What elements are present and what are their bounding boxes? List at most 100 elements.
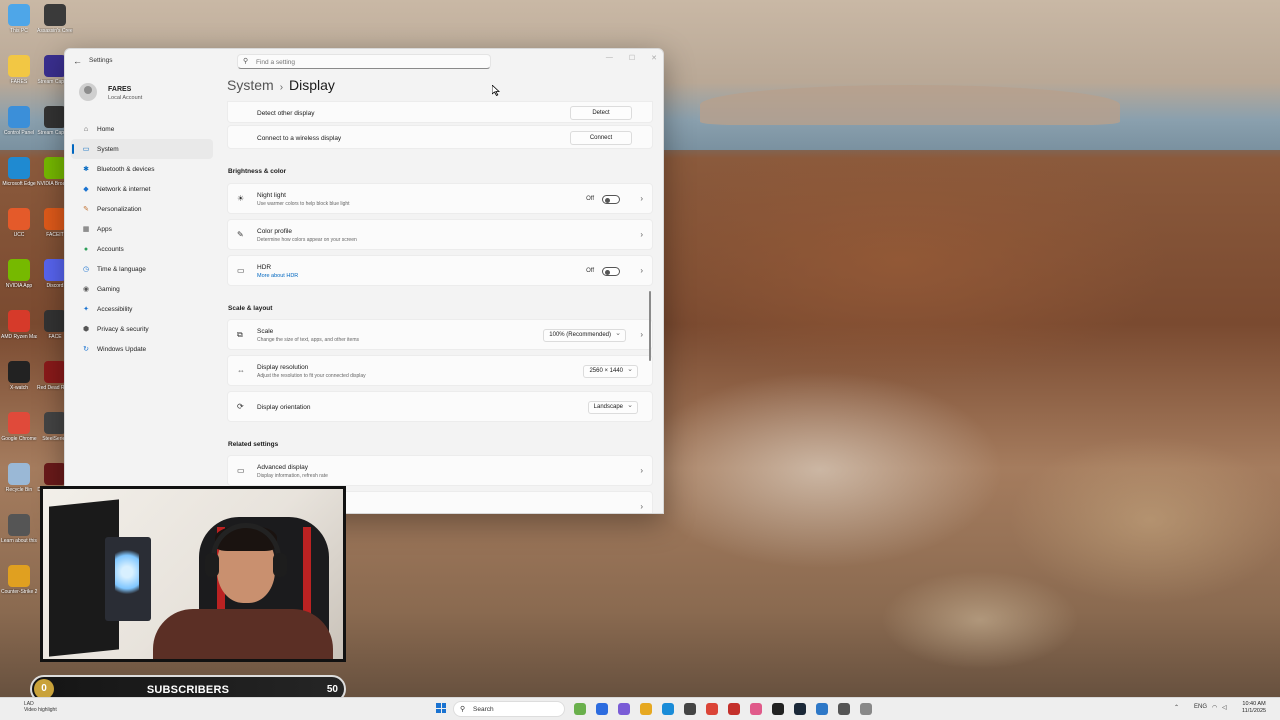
row-subtitle: Use warmer colors to help block blue lig… xyxy=(257,201,350,207)
close-icon[interactable]: ✕ xyxy=(651,54,657,62)
desktop-icon-image xyxy=(8,157,30,179)
display-resolution-row: ⇔ Display resolution Adjust the resoluti… xyxy=(227,355,653,386)
taskbar-app-icon[interactable] xyxy=(728,703,740,715)
maximize-icon[interactable]: ☐ xyxy=(629,54,635,62)
taskbar-app-icon[interactable] xyxy=(750,703,762,715)
taskbar-app-icon[interactable] xyxy=(662,703,674,715)
chevron-right-icon: › xyxy=(640,230,643,239)
taskbar-app-icon[interactable] xyxy=(574,703,586,715)
taskbar-app-icon[interactable] xyxy=(706,703,718,715)
settings-search[interactable]: ⚲ xyxy=(237,54,491,69)
connect-button[interactable]: Connect xyxy=(570,131,632,145)
taskbar-app-icon[interactable] xyxy=(684,703,696,715)
back-arrow-icon[interactable]: ← xyxy=(73,56,82,66)
orientation-dropdown[interactable]: Landscape xyxy=(587,401,638,414)
taskbar-app-icon[interactable] xyxy=(816,703,828,715)
chevron-right-icon: › xyxy=(640,194,643,203)
taskbar-search[interactable]: ⚲ Search xyxy=(453,701,565,717)
search-input[interactable] xyxy=(256,57,476,67)
nav-item-system[interactable]: ▭ System xyxy=(71,139,213,159)
minimize-icon[interactable]: — xyxy=(606,54,613,62)
resolution-dropdown[interactable]: 2560 × 1440 xyxy=(583,365,638,378)
desktop-icon[interactable]: Google Chrome xyxy=(1,412,37,442)
nav-item-personalization[interactable]: ✎ Personalization xyxy=(71,199,213,219)
wifi-icon[interactable]: ◠ xyxy=(1212,704,1217,711)
taskbar-app-icon[interactable] xyxy=(772,703,784,715)
windows-start-icon[interactable] xyxy=(436,703,446,713)
nav-item-accounts[interactable]: ● Accounts xyxy=(71,239,213,259)
desktop-icon[interactable]: Counter-Strike 2 xyxy=(1,565,37,595)
tray-chevron-icon[interactable]: ⌃ xyxy=(1174,704,1179,711)
nav-item-gaming[interactable]: ◉ Gaming xyxy=(71,279,213,299)
nav-item-time-language[interactable]: ◷ Time & language xyxy=(71,259,213,279)
hdr-row[interactable]: ▭ HDR More about HDR Off › xyxy=(227,255,653,286)
nav-label: Personalization xyxy=(97,205,142,213)
pen-icon: ✎ xyxy=(237,230,244,239)
nav-item-accessibility[interactable]: ✦ Accessibility xyxy=(71,299,213,319)
tray-lang[interactable]: ENG xyxy=(1194,704,1207,710)
desktop-icon-image xyxy=(8,412,30,434)
nav-item-home[interactable]: ⌂ Home xyxy=(71,119,213,139)
taskbar-app-icon[interactable] xyxy=(860,703,872,715)
taskbar-clock[interactable]: 10:40 AM 11/1/2025 xyxy=(1242,701,1266,715)
night-light-toggle[interactable] xyxy=(602,195,620,204)
color-profile-row[interactable]: ✎ Color profile Determine how colors app… xyxy=(227,219,653,250)
desktop-icon-label: Control Panel xyxy=(3,130,35,136)
display-settings-content: Detect other display Detect Connect to a… xyxy=(227,101,653,513)
nav-item-bluetooth-devices[interactable]: ✱ Bluetooth & devices xyxy=(71,159,213,179)
webcam-overlay xyxy=(40,486,346,662)
desktop-icon[interactable]: NVIDIA App xyxy=(1,259,37,289)
sun-icon: ☀ xyxy=(237,194,245,203)
desktop-icon[interactable]: Recycle Bin xyxy=(1,463,37,493)
resolution-icon: ⇔ xyxy=(237,366,245,375)
advanced-display-row[interactable]: ▭ Advanced display Display information, … xyxy=(227,455,653,486)
desktop-icon-label: Counter-Strike 2 xyxy=(1,589,37,595)
nav-label: Time & language xyxy=(97,265,146,273)
display-orientation-row: ⟳ Display orientation Landscape xyxy=(227,391,653,422)
title-bar: ← Settings ⚲ — ☐ ✕ xyxy=(65,49,663,73)
breadcrumb: System › Display xyxy=(227,77,335,93)
desktop-icon[interactable]: FARES xyxy=(1,55,37,85)
desktop-icon[interactable]: Learn about this picture xyxy=(1,514,37,544)
detect-button[interactable]: Detect xyxy=(570,106,632,120)
desktop-icon[interactable]: X-watch xyxy=(1,361,37,391)
desktop-icon[interactable]: This PC xyxy=(1,4,37,34)
desktop-icon[interactable]: AMD Ryzen Master xyxy=(1,310,37,340)
more-about-hdr-link[interactable]: More about HDR xyxy=(257,273,298,279)
row-title: HDR xyxy=(257,264,272,271)
chevron-right-icon: › xyxy=(640,502,643,511)
taskbar-widget-text[interactable]: LAD Video highlight xyxy=(24,701,57,713)
desktop-icon-image xyxy=(44,106,66,128)
night-light-row[interactable]: ☀ Night light Use warmer colors to help … xyxy=(227,183,653,214)
breadcrumb-system[interactable]: System xyxy=(227,77,274,93)
clock-time: 10:40 AM xyxy=(1242,701,1266,707)
content-scrollbar[interactable] xyxy=(649,291,651,361)
nav-item-windows-update[interactable]: ↻ Windows Update xyxy=(71,339,213,359)
row-title: Color profile xyxy=(257,228,293,235)
row-title: Detect other display xyxy=(257,110,315,117)
chevron-right-icon: › xyxy=(640,330,643,339)
hdr-toggle[interactable] xyxy=(602,267,620,276)
taskbar-app-icon[interactable] xyxy=(596,703,608,715)
taskbar-app-icon[interactable] xyxy=(838,703,850,715)
nav-item-apps[interactable]: ▦ Apps xyxy=(71,219,213,239)
taskbar-app-icon[interactable] xyxy=(640,703,652,715)
scale-row[interactable]: ⧉ Scale Change the size of text, apps, a… xyxy=(227,319,653,350)
taskbar-app-icon[interactable] xyxy=(618,703,630,715)
webcam-headset-cup xyxy=(273,553,287,577)
desktop-icon-label: Assassin's Creed Mirage xyxy=(37,28,73,34)
desktop-icon[interactable]: Control Panel xyxy=(1,106,37,136)
desktop-icon[interactable]: Assassin's Creed Mirage xyxy=(37,4,73,34)
desktop-icon[interactable]: Microsoft Edge xyxy=(1,157,37,187)
clock-date: 11/1/2025 xyxy=(1242,708,1267,714)
scale-dropdown[interactable]: 100% (Recommended) xyxy=(543,329,626,342)
nav-item-network-internet[interactable]: ◆ Network & internet xyxy=(71,179,213,199)
section-related-settings: Related settings xyxy=(228,441,279,448)
desktop-icon-label: This PC xyxy=(10,28,28,34)
nav-icon: ⬢ xyxy=(82,326,90,333)
row-subtitle: Adjust the resolution to fit your connec… xyxy=(257,373,366,379)
desktop-icon[interactable]: UCC xyxy=(1,208,37,238)
nav-item-privacy-security[interactable]: ⬢ Privacy & security xyxy=(71,319,213,339)
volume-icon[interactable]: ◁ xyxy=(1222,704,1227,711)
taskbar-app-icon[interactable] xyxy=(794,703,806,715)
